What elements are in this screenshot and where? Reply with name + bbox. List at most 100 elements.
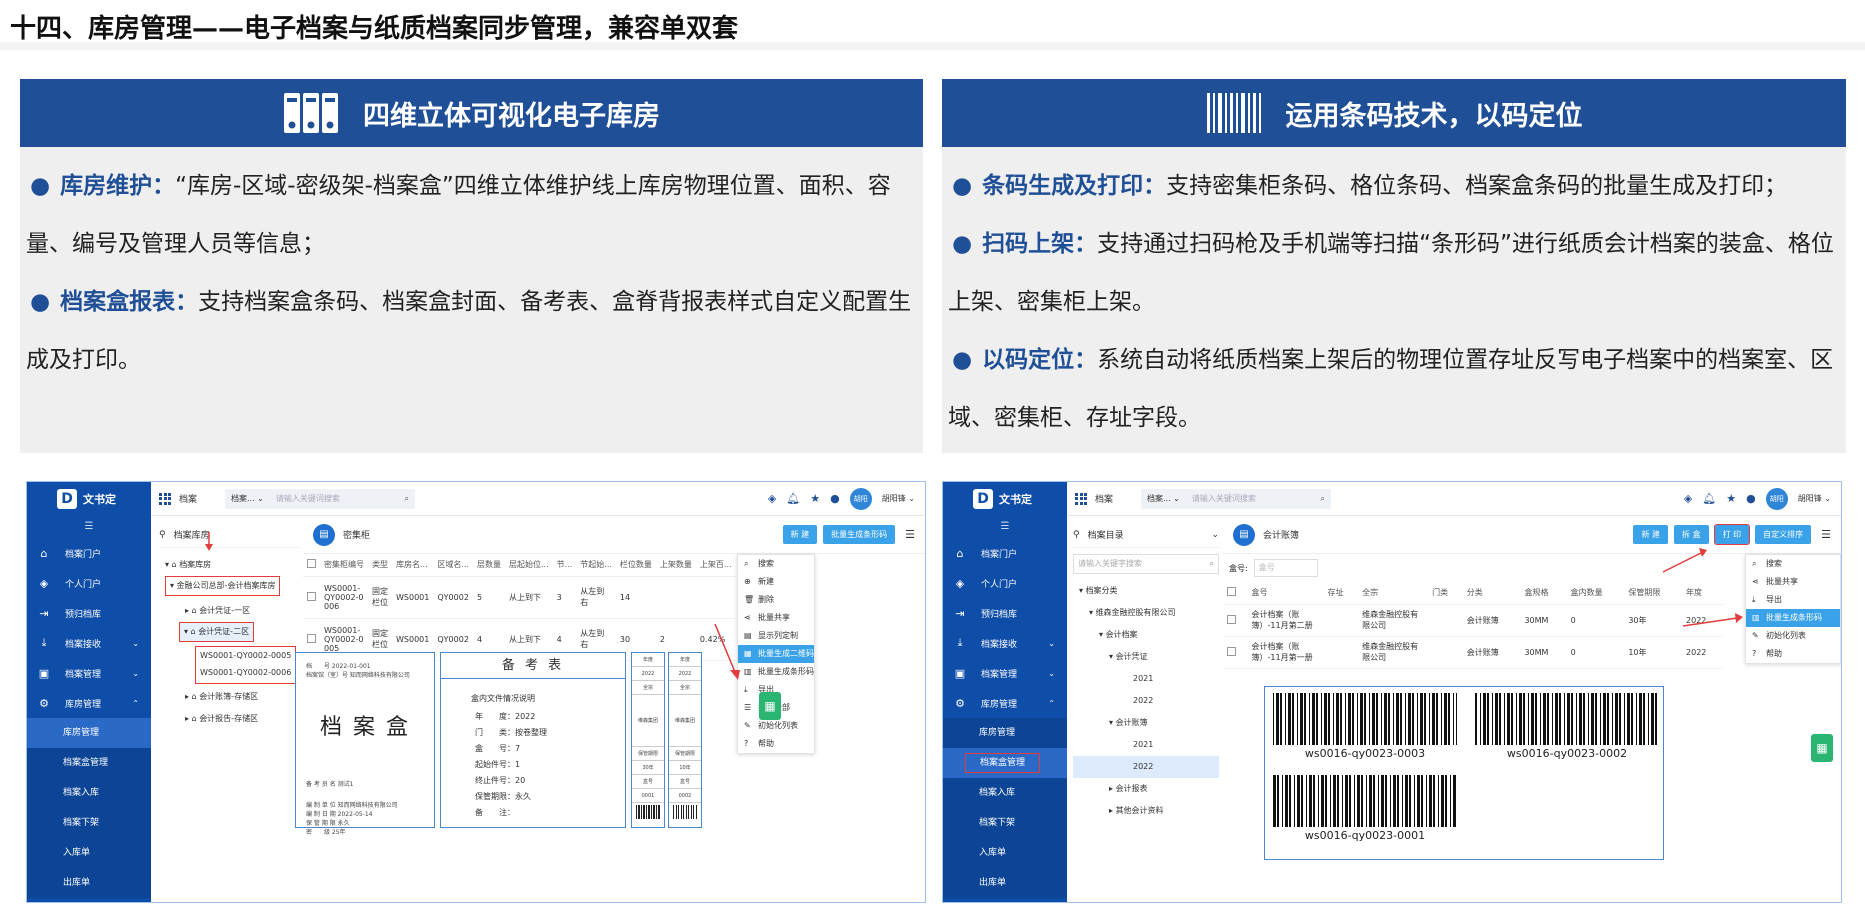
apps-grid-icon[interactable] bbox=[1075, 492, 1087, 505]
menu-delete[interactable]: 🗑︎ 删除 bbox=[738, 591, 814, 609]
row-checkbox[interactable] bbox=[307, 591, 316, 601]
nav-receive[interactable]: ⤓ 档案接收 ⌄ bbox=[27, 628, 151, 658]
row-checkbox[interactable] bbox=[1227, 614, 1236, 624]
menu-batch-barcode[interactable]: ▥ 批量生成条形码 bbox=[738, 663, 814, 681]
new-button[interactable]: 新 建 bbox=[1633, 525, 1669, 544]
nav-sub-outbound[interactable]: 出库单 bbox=[27, 868, 151, 898]
nav-personal[interactable]: ◈ 个人门户 bbox=[27, 568, 151, 598]
select-all-checkbox[interactable] bbox=[1227, 587, 1236, 597]
search-scope-select[interactable]: 档案... ⌄ bbox=[1147, 493, 1180, 504]
nav-sub-warehouse[interactable]: 库房管理 bbox=[27, 718, 151, 748]
search-input[interactable]: 请输入关键词搜索 bbox=[1192, 493, 1321, 504]
batch-barcode-button[interactable]: 批量生成条形码 bbox=[823, 525, 896, 544]
list-menu-icon[interactable]: ☰ bbox=[1821, 528, 1831, 541]
row-checkbox[interactable] bbox=[307, 633, 316, 643]
nav-sub-instock[interactable]: 档案入库 bbox=[943, 778, 1067, 808]
menu-reset[interactable]: ✎ 初始化列表 bbox=[1746, 627, 1840, 645]
avatar[interactable]: 胡阳 bbox=[849, 487, 872, 510]
new-button[interactable]: 新 建 bbox=[782, 525, 818, 544]
qrcode-float-icon[interactable]: ▦ bbox=[1811, 734, 1833, 762]
tree-node[interactable]: ▾ 档案分类 bbox=[1073, 580, 1219, 602]
collapse-menu-icon[interactable]: ☰ bbox=[943, 516, 1067, 538]
apps-grid-icon[interactable] bbox=[159, 492, 171, 505]
collapse-menu-icon[interactable]: ☰ bbox=[27, 516, 151, 538]
menu-search[interactable]: ⌕ 搜索 bbox=[1746, 555, 1840, 573]
print-button[interactable]: 打 印 bbox=[1713, 524, 1751, 545]
search-icon[interactable]: ⌕ bbox=[1321, 494, 1325, 504]
tree-node-ledger[interactable]: ▸ ⌂ 会计账簿-存储区 bbox=[159, 686, 299, 708]
layers-icon[interactable]: ◈ bbox=[1684, 492, 1692, 505]
unbox-button[interactable]: 拆 盒 bbox=[1674, 525, 1709, 544]
nav-sub-instock[interactable]: 档案入库 bbox=[27, 778, 151, 808]
chat-icon[interactable]: ● bbox=[1746, 492, 1756, 505]
tree-node[interactable]: ▾ 维森金融控股有限公司 bbox=[1073, 602, 1219, 624]
row-checkbox[interactable] bbox=[1227, 646, 1236, 656]
nav-sub-inbound[interactable]: 入库单 bbox=[943, 838, 1067, 868]
global-search[interactable]: 档案... ⌄ 请输入关键词搜索 ⌕ bbox=[1141, 488, 1332, 509]
nav-manage[interactable]: ▣ 档案管理 ⌄ bbox=[943, 658, 1067, 688]
tree-node[interactable]: ▸ 会计报表 bbox=[1073, 778, 1219, 800]
barcode-bar bbox=[1531, 693, 1534, 745]
nav-receive[interactable]: ⤓ 档案接收 ⌄ bbox=[943, 628, 1067, 658]
tree-node-report[interactable]: ▸ ⌂ 会计报告-存储区 bbox=[159, 708, 299, 730]
bell-icon[interactable]: 🔔︎ bbox=[1702, 492, 1716, 505]
nav-portal[interactable]: ⌂ 档案门户 bbox=[27, 538, 151, 568]
select-all-checkbox[interactable] bbox=[307, 559, 316, 569]
box-number-input[interactable]: 盒号 bbox=[1253, 559, 1318, 577]
menu-export[interactable]: ⤓ 导出 bbox=[1746, 591, 1840, 609]
tree-node[interactable]: 2021 bbox=[1073, 734, 1219, 756]
nav-prearchive[interactable]: ⇥ 预归档库 bbox=[27, 598, 151, 628]
nav-sub-inbound[interactable]: 入库单 bbox=[27, 838, 151, 868]
nav-sub-offshelf[interactable]: 档案下架 bbox=[27, 808, 151, 838]
tree-node[interactable]: 2021 bbox=[1073, 668, 1219, 690]
tree-node-selected[interactable]: 2022 bbox=[1073, 756, 1219, 778]
nav-warehouse[interactable]: ⚙ 库房管理 ⌃ bbox=[943, 688, 1067, 718]
nav-sub-warehouse[interactable]: 库房管理 bbox=[943, 718, 1067, 748]
nav-manage[interactable]: ▣ 档案管理 ⌄ bbox=[27, 658, 151, 688]
star-icon[interactable]: ★ bbox=[1726, 492, 1736, 505]
search-icon[interactable]: ⌕ bbox=[405, 494, 409, 504]
nav-warehouse[interactable]: ⚙ 库房管理 ⌃ bbox=[27, 688, 151, 718]
menu-help[interactable]: ? 帮助 bbox=[1746, 645, 1840, 663]
qrcode-float-icon[interactable]: ▦ bbox=[759, 692, 781, 720]
tree-node[interactable]: ▾ 会计凭证 bbox=[1073, 646, 1219, 668]
search-input[interactable]: 请输入关键词搜索 bbox=[276, 493, 405, 504]
search-scope-select[interactable]: 档案... ⌄ bbox=[231, 493, 264, 504]
menu-search[interactable]: ⌕ 搜索 bbox=[738, 555, 814, 573]
username-menu[interactable]: 胡阳锋 ⌄ bbox=[882, 493, 915, 504]
tree-search-input[interactable]: 请输入关键字搜索 ⌕ bbox=[1073, 554, 1219, 574]
menu-new[interactable]: ⊕ 新建 bbox=[738, 573, 814, 591]
tree-node[interactable]: 2022 bbox=[1073, 690, 1219, 712]
bell-icon[interactable]: 🔔︎ bbox=[786, 492, 800, 505]
custom-sort-button[interactable]: 自定义排序 bbox=[1755, 525, 1812, 544]
nav-sub-outbound[interactable]: 出库单 bbox=[943, 868, 1067, 898]
star-icon[interactable]: ★ bbox=[810, 492, 820, 505]
menu-columns[interactable]: ▤ 显示列定制 bbox=[738, 627, 814, 645]
avatar[interactable]: 胡阳 bbox=[1765, 487, 1788, 510]
menu-share[interactable]: ⋖ 批量共享 bbox=[738, 609, 814, 627]
username-menu[interactable]: 胡阳锋 ⌄ bbox=[1798, 493, 1831, 504]
menu-batch-qrcode[interactable]: ▦ 批量生成二维码 bbox=[738, 645, 814, 663]
tree-node-hq[interactable]: ▾ 金融公司总部-会计档案库房 bbox=[165, 576, 281, 596]
list-menu-icon[interactable]: ☰ bbox=[905, 528, 915, 541]
nav-prearchive[interactable]: ⇥ 预归档库 bbox=[943, 598, 1067, 628]
menu-batch-barcode[interactable]: ▥ 批量生成条形码 bbox=[1746, 609, 1840, 627]
tree-node-cabinets[interactable]: WS0001-QY0002-0005 WS0001-QY0002-0006 bbox=[195, 646, 297, 684]
chat-icon[interactable]: ● bbox=[830, 492, 840, 505]
global-search[interactable]: 档案... ⌄ 请输入关键词搜索 ⌕ bbox=[225, 488, 416, 509]
tree-node[interactable]: ▾ 会计档案 bbox=[1073, 624, 1219, 646]
tree-node[interactable]: ▾ 会计账簿 bbox=[1073, 712, 1219, 734]
tree-node-root[interactable]: ▾ ⌂ 档案库房 bbox=[159, 554, 299, 576]
nav-personal[interactable]: ◈ 个人门户 bbox=[943, 568, 1067, 598]
menu-help[interactable]: ? 帮助 bbox=[738, 735, 814, 753]
menu-share[interactable]: ⋖ 批量共享 bbox=[1746, 573, 1840, 591]
barcode-bar bbox=[1285, 693, 1286, 745]
nav-sub-boxes[interactable]: 档案盒管理 bbox=[27, 748, 151, 778]
tree-node-zone1[interactable]: ▸ ⌂ 会计凭证-一区 bbox=[159, 600, 299, 622]
nav-portal[interactable]: ⌂ 档案门户 bbox=[943, 538, 1067, 568]
layers-icon[interactable]: ◈ bbox=[768, 492, 776, 505]
nav-sub-boxes[interactable]: 档案盒管理 bbox=[943, 748, 1067, 778]
tree-node[interactable]: ▸ 其他会计资料 bbox=[1073, 800, 1219, 822]
nav-sub-offshelf[interactable]: 档案下架 bbox=[943, 808, 1067, 838]
tree-node-zone2[interactable]: ▾ ⌂ 会计凭证-二区 bbox=[179, 622, 255, 642]
